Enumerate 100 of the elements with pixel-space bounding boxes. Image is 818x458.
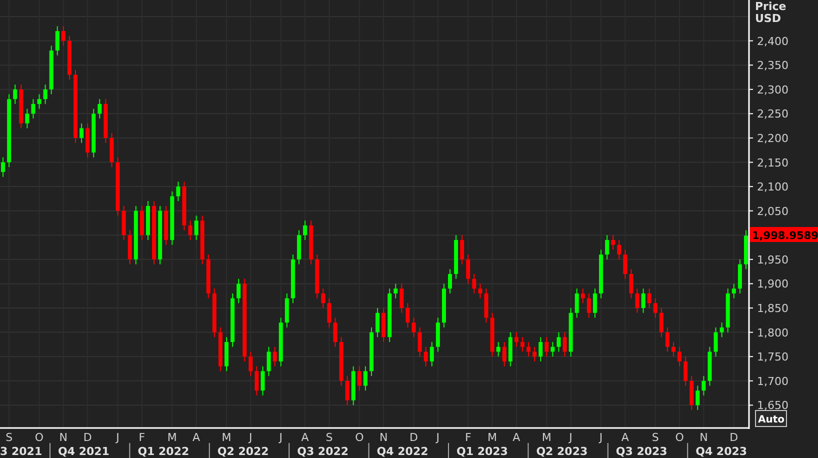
- candlestick: [556, 332, 561, 352]
- axis-tick-label: 1,700: [757, 374, 788, 388]
- axis-tick-label: 2,300: [757, 83, 788, 96]
- candlestick: [720, 322, 724, 338]
- axis-tick-label: 1,900: [757, 278, 788, 291]
- quarter-label: Q3 2022: [297, 445, 349, 458]
- candlestick: [339, 336, 344, 386]
- candlestick: [357, 366, 362, 392]
- candlestick: [236, 278, 241, 304]
- candlestick: [37, 94, 42, 110]
- candlestick: [248, 351, 253, 377]
- candlestick: [424, 346, 428, 367]
- candlestick: [278, 317, 283, 367]
- candlestick: [665, 326, 670, 352]
- quarter-label: Q1 2023: [456, 445, 508, 458]
- candlestick: [122, 205, 126, 240]
- candlestick: [472, 274, 476, 294]
- candlestick: [484, 288, 488, 324]
- candlestick: [732, 283, 736, 299]
- axis-tick-label: 2,350: [757, 59, 788, 72]
- candlestick: [25, 108, 30, 129]
- axis-tick-label: 1,800: [757, 326, 788, 340]
- candlestick: [134, 205, 138, 265]
- candlestick: [586, 292, 591, 318]
- month-label: D: [410, 431, 418, 444]
- candlestick: [490, 312, 494, 358]
- candlestick: [80, 122, 84, 144]
- candlestick: [55, 26, 60, 56]
- candlestick: [164, 205, 168, 246]
- month-label: S: [652, 431, 659, 444]
- candlestick: [206, 254, 210, 299]
- candlestick: [266, 346, 271, 377]
- month-label: M: [542, 431, 552, 444]
- candlestick: [13, 84, 18, 104]
- quarter-label: Q3 2023: [616, 445, 668, 458]
- month-label: S: [326, 431, 333, 444]
- candlestick: [363, 366, 368, 392]
- month-label: N: [700, 431, 708, 444]
- month-label: F: [464, 431, 472, 444]
- month-label: N: [59, 431, 68, 444]
- candlestick: [1, 156, 6, 178]
- candlestick: [254, 366, 259, 396]
- axis-tick-label: 1,850: [757, 302, 788, 315]
- candlestick: [152, 200, 156, 265]
- candlestick: [43, 84, 48, 104]
- axis-tick-label: 2,150: [757, 156, 788, 170]
- candlestick: [382, 308, 386, 342]
- candlestick: [272, 346, 277, 367]
- candlestick: [532, 346, 537, 362]
- candlestick: [182, 181, 186, 231]
- candlestick: [303, 220, 308, 240]
- candlestick: [200, 215, 204, 265]
- axis-tick-label: 2,200: [757, 132, 788, 145]
- month-label: O: [355, 431, 364, 444]
- month-label: A: [512, 431, 520, 444]
- candlestick: [708, 346, 712, 386]
- candlestick: [696, 385, 700, 411]
- candlestick: [176, 181, 180, 202]
- candlestick: [647, 288, 652, 308]
- candlestick: [550, 342, 555, 358]
- candlestick: [309, 220, 314, 265]
- candlestick: [61, 26, 66, 46]
- candlestick: [297, 230, 301, 265]
- candlestick: [726, 288, 730, 333]
- month-label: J: [249, 431, 252, 444]
- candlestick: [544, 336, 549, 358]
- month-label: N: [379, 431, 388, 444]
- month-label: S: [6, 431, 13, 444]
- month-label: M: [167, 431, 177, 444]
- candlestick: [104, 98, 108, 144]
- auto-scale-button[interactable]: Auto: [755, 410, 787, 427]
- candlestick: [140, 205, 144, 240]
- axis-tick-label: 1,750: [757, 350, 788, 364]
- candlestick: [31, 98, 36, 120]
- candlestick: [212, 288, 216, 338]
- last-price-badge: 1,998.9589: [750, 227, 818, 242]
- month-label: A: [621, 431, 629, 444]
- candlestick: [611, 234, 616, 250]
- candlestick: [460, 234, 464, 265]
- candlestick: [376, 308, 380, 338]
- candlestick: [623, 249, 628, 280]
- candlestick: [218, 326, 222, 372]
- candlestick: [110, 132, 114, 168]
- candlestick: [418, 326, 422, 358]
- candlestick: [388, 288, 392, 342]
- candlestick: [520, 336, 524, 352]
- candlestick: [321, 288, 326, 308]
- quarter-label: 3 2021: [0, 445, 42, 458]
- candlestick: [327, 298, 332, 328]
- candlestick: [194, 215, 198, 240]
- candlestick: [284, 292, 289, 328]
- candlestick: [49, 45, 54, 95]
- candlestick: [436, 317, 440, 352]
- candlestick: [86, 122, 90, 158]
- candlestick: [19, 84, 24, 129]
- candlestick: [526, 342, 531, 358]
- month-label: F: [138, 431, 146, 444]
- candlestick: [128, 230, 132, 265]
- candlestick: [158, 205, 162, 265]
- month-label: J: [436, 431, 440, 444]
